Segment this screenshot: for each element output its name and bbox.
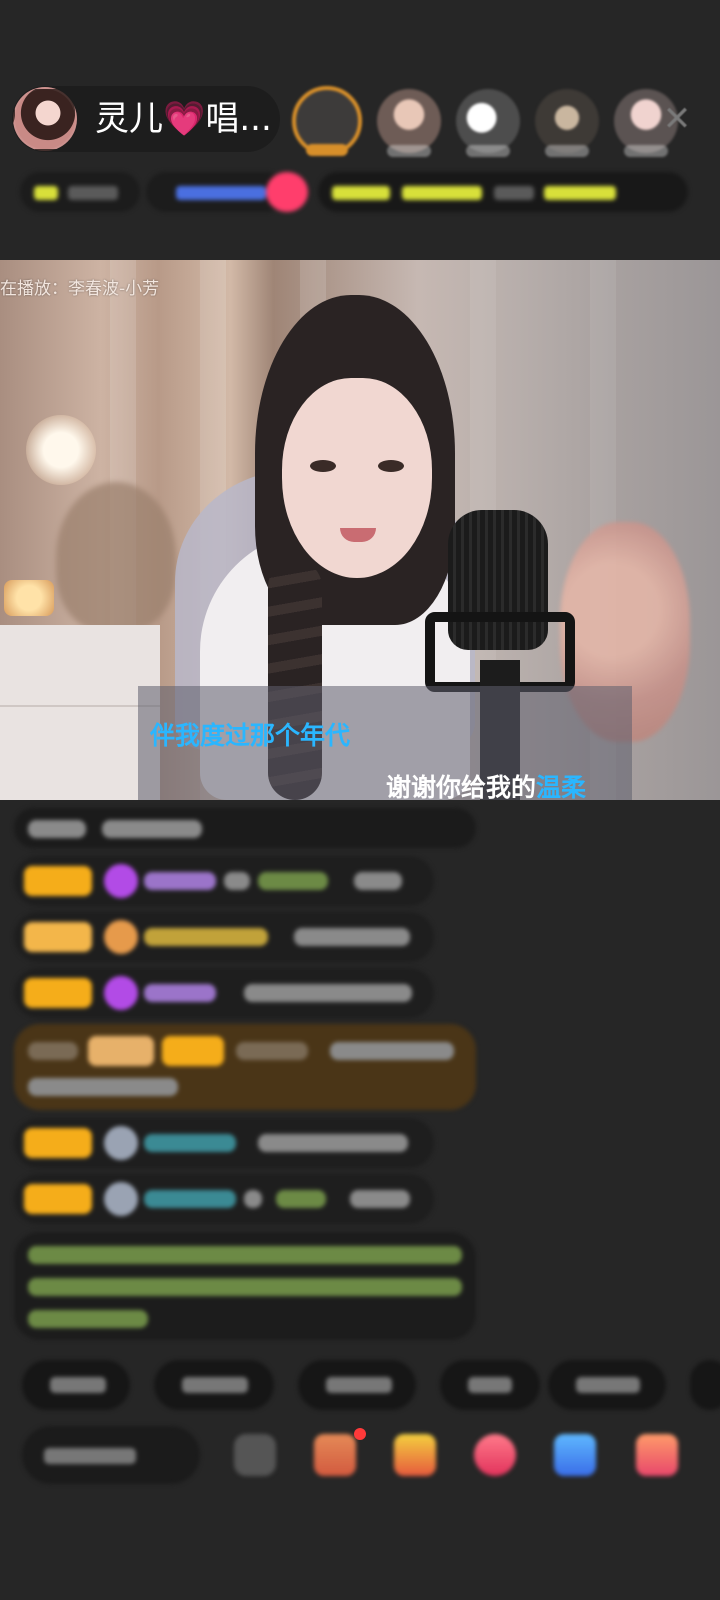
now-playing-label: 在播放：李春波-小芳 [0,279,160,299]
emoji-icon[interactable] [234,1434,276,1476]
pk-badge[interactable] [266,172,308,212]
host-name: 灵儿💗唱... [95,102,272,136]
viewer-avatar[interactable] [535,89,599,157]
quick-action-chip[interactable] [22,1360,130,1410]
rank-badge[interactable] [20,172,140,212]
host-name-suffix: 唱... [205,99,272,139]
lyric-line-1: 伴我度过那个年代 [150,721,351,750]
lyric-highlight: 温柔 [536,773,587,800]
quick-action-chip[interactable] [298,1360,416,1410]
chat-message [14,808,476,848]
notification-dot [354,1428,366,1440]
room-badge-bar[interactable] [20,170,690,216]
table-lamp [4,580,54,616]
heart-lamp [26,415,96,485]
more-gifts-icon[interactable] [636,1434,678,1476]
chat-message [14,912,434,962]
live-room-screen: 灵儿💗唱... ✕ 在播放：李春波-小芳 伴我度过那个年代 谢谢你给我的温柔 [0,0,720,1600]
gift-box-icon[interactable] [394,1434,436,1476]
viewer-avatar[interactable] [456,89,520,157]
streamer-face [282,378,432,578]
viewer-avatar[interactable] [292,86,362,156]
host-avatar[interactable] [13,87,77,151]
comment-input[interactable] [22,1426,200,1484]
close-icon[interactable]: ✕ [660,102,694,136]
teddy-bear [56,482,176,632]
quick-action-chip[interactable] [154,1360,274,1410]
dresser [0,625,160,800]
quick-action-chip[interactable] [548,1360,666,1410]
heart-icon: 💗 [163,99,206,139]
gift-icon[interactable] [314,1434,356,1476]
lyrics-overlay: 伴我度过那个年代 谢谢你给我的温柔 [138,686,632,800]
host-name-text: 灵儿 [95,99,163,139]
quick-action-chip[interactable] [690,1360,720,1410]
task-badge[interactable] [318,172,688,212]
chat-message [14,1024,476,1110]
chat-message [14,1174,434,1224]
quick-action-chip[interactable] [440,1360,540,1410]
chat-message [14,968,434,1018]
game-icon[interactable] [554,1434,596,1476]
bottom-toolbar [0,1422,720,1492]
viewer-avatar[interactable] [377,89,441,157]
hot-badge[interactable] [146,172,286,212]
host-info-pill[interactable]: 灵儿💗唱... [12,86,280,152]
lyric-line-2-text: 谢谢你给我的 [386,773,537,800]
chat-message [14,856,434,906]
top-viewers-strip [292,82,678,160]
system-notice [14,1232,476,1340]
chat-message [14,1118,434,1168]
live-video[interactable]: 在播放：李春波-小芳 伴我度过那个年代 谢谢你给我的温柔 [0,260,720,800]
lyric-line-2: 谢谢你给我的温柔 [386,768,586,800]
heart-gift-icon[interactable] [474,1434,516,1476]
